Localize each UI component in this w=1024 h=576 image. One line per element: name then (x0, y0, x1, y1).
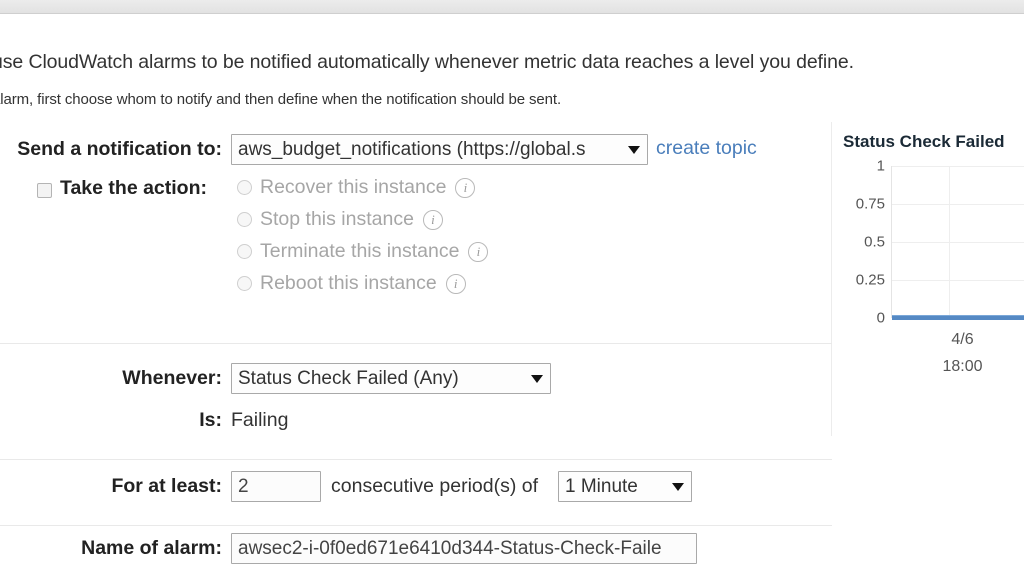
take-action-label: Take the action: (60, 177, 208, 199)
take-action-row: Take the action: Recover this instance i… (0, 175, 832, 310)
is-value: Failing (231, 409, 289, 431)
alarm-form: Send a notification to: aws_budget_notif… (0, 120, 832, 576)
gridline-horizontal (892, 280, 1024, 281)
y-tick-label: 0.75 (855, 195, 885, 213)
whenever-metric-select[interactable]: Status Check Failed (Any) (231, 363, 551, 394)
alarm-name-input[interactable]: awsec2-i-0f0ed671e6410d344-Status-Check-… (231, 533, 697, 564)
gridline-vertical (949, 166, 950, 318)
gridline-horizontal (892, 242, 1024, 243)
info-icon[interactable]: i (422, 209, 443, 230)
y-tick-label: 0.25 (855, 271, 885, 289)
radio-icon[interactable] (237, 212, 252, 227)
alarm-name-label: Name of alarm: (81, 537, 222, 559)
chevron-down-icon (531, 374, 543, 383)
take-action-checkbox[interactable] (37, 183, 52, 198)
info-icon[interactable]: i (468, 241, 489, 262)
action-option-stop[interactable]: Stop this instance i (237, 205, 488, 234)
chevron-down-icon (628, 145, 640, 154)
window-chrome-band (0, 0, 1024, 14)
y-tick-label: 0.5 (864, 233, 885, 251)
x-tick-label-date: 4/6 (951, 331, 974, 348)
whenever-metric-value: Status Check Failed (Any) (238, 368, 459, 389)
radio-icon[interactable] (237, 276, 252, 291)
chart-y-axis: 1 0.75 0.5 0.25 0 (843, 158, 891, 327)
action-option-terminate[interactable]: Terminate this instance i (237, 237, 489, 266)
chevron-down-icon (672, 482, 684, 491)
metric-preview-chart: Status Check Failed 1 0.75 0.5 0.25 0 4/… (843, 132, 1024, 412)
consecutive-periods-text: consecutive period(s) of (331, 475, 539, 497)
period-length-select[interactable]: 1 Minute (558, 471, 692, 502)
action-option-label: Terminate this instance (260, 240, 460, 262)
gridline-horizontal (892, 204, 1024, 205)
chart-plot-area (891, 166, 1024, 320)
notification-topic-value: aws_budget_notifications (https://global… (238, 139, 586, 160)
action-option-reboot[interactable]: Reboot this instance i (237, 269, 488, 298)
series-status-check-failed (892, 315, 1024, 320)
notification-label: Send a notification to: (17, 138, 222, 160)
for-at-least-label: For at least: (111, 475, 222, 497)
x-tick-label-time: 18:00 (942, 358, 983, 375)
info-icon[interactable]: i (445, 273, 466, 294)
info-icon[interactable]: i (455, 177, 476, 198)
action-option-label: Recover this instance (260, 176, 447, 198)
chart-title: Status Check Failed (843, 132, 1005, 151)
y-tick-label: 1 (876, 157, 885, 175)
gridline-horizontal (892, 166, 1024, 167)
section-divider-2 (0, 459, 832, 460)
chart-x-axis: 4/6 18:00 (891, 326, 1024, 380)
period-length-value: 1 Minute (565, 476, 638, 497)
y-tick-label: 0 (876, 309, 885, 327)
section-divider-3 (0, 525, 832, 526)
action-option-recover[interactable]: Recover this instance i (237, 173, 488, 202)
action-option-label: Reboot this instance (260, 272, 437, 294)
create-topic-link[interactable]: create topic (656, 137, 757, 160)
alarm-configuration-screen: use CloudWatch alarms to be notified aut… (0, 0, 1024, 576)
is-label: Is: (199, 409, 222, 431)
radio-icon[interactable] (237, 244, 252, 259)
notification-topic-select[interactable]: aws_budget_notifications (https://global… (231, 134, 648, 165)
consecutive-periods-input[interactable]: 2 (231, 471, 321, 502)
whenever-label: Whenever: (122, 367, 222, 389)
section-divider-1 (0, 343, 832, 344)
radio-icon[interactable] (237, 180, 252, 195)
chart-body: 1 0.75 0.5 0.25 0 4/6 18:00 (843, 158, 1024, 375)
intro-paragraph-2: alarm, first choose whom to notify and t… (0, 91, 562, 108)
intro-paragraph-1: use CloudWatch alarms to be notified aut… (0, 51, 854, 73)
action-option-label: Stop this instance (260, 208, 414, 230)
action-radio-group: Recover this instance i Stop this instan… (237, 173, 489, 301)
